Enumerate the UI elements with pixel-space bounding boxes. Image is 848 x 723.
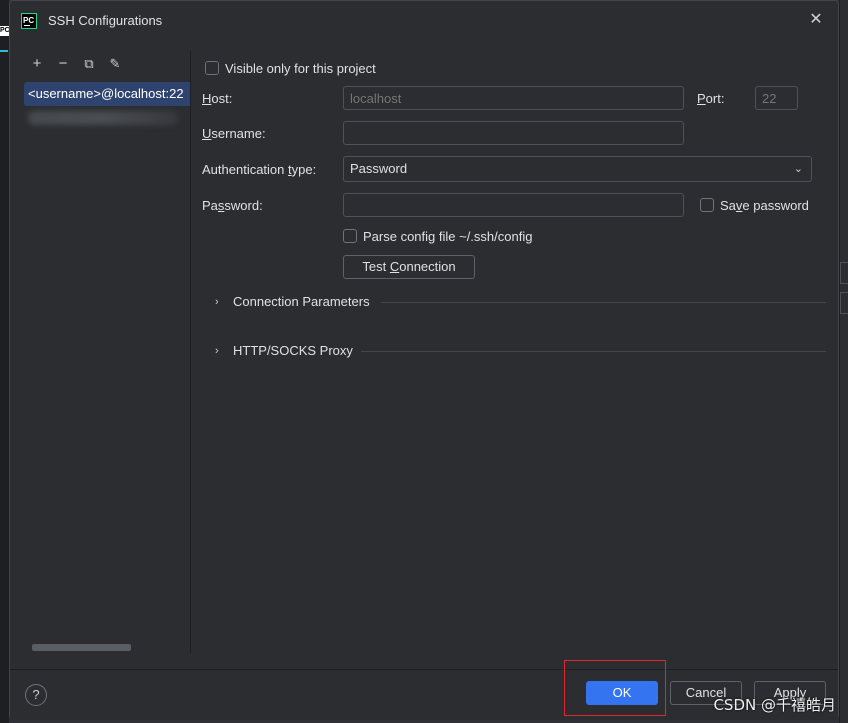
password-label: Password:: [202, 198, 263, 213]
test-connection-text: onnection: [399, 259, 456, 274]
save-password-label[interactable]: Save password: [720, 198, 809, 213]
section-divider: [361, 351, 826, 352]
host-label-text: ost:: [211, 91, 233, 106]
port-label-mnemonic: P: [697, 91, 706, 106]
host-label-mnemonic: H: [202, 91, 212, 106]
add-icon[interactable]: +: [28, 55, 46, 73]
connection-parameters-section[interactable]: › Connection Parameters: [201, 293, 826, 311]
auth-type-select[interactable]: Password ⌄: [343, 156, 812, 182]
chevron-right-icon: ›: [215, 296, 219, 308]
password-input[interactable]: [343, 193, 684, 217]
visible-only-label[interactable]: Visible only for this project: [225, 61, 376, 76]
ide-background-left: PC: [0, 0, 9, 723]
ssh-configurations-dialog: PC SSH Configurations ✕ + − ⧉ ✎ <usernam…: [9, 0, 839, 720]
ide-logo-icon: PC: [0, 26, 9, 36]
proxy-label: HTTP/SOCKS Proxy: [233, 343, 353, 358]
save-password-text: e password: [742, 198, 809, 213]
list-item-selected[interactable]: <username>@localhost:22: [24, 82, 190, 106]
auth-type-label-text: ype:: [291, 162, 317, 177]
dialog-title: SSH Configurations: [48, 13, 163, 28]
visible-only-checkbox[interactable]: [205, 61, 219, 75]
test-connection-button[interactable]: Test Connection: [343, 255, 475, 279]
save-password-checkbox[interactable]: [700, 198, 714, 212]
ide-field-fragment: [840, 262, 848, 284]
copy-icon[interactable]: ⧉: [80, 55, 98, 73]
proxy-section[interactable]: › HTTP/SOCKS Proxy: [201, 342, 826, 360]
list-item-redacted[interactable]: [28, 111, 178, 125]
list-toolbar: + − ⧉ ✎: [24, 55, 190, 73]
host-label: Host:: [202, 91, 232, 106]
edit-icon[interactable]: ✎: [106, 55, 124, 73]
password-label-text: Pa: [202, 198, 218, 213]
username-label-mnemonic: U: [202, 126, 212, 141]
ide-background-right: [839, 0, 848, 723]
parse-config-label[interactable]: Parse config file ~/.ssh/config: [363, 229, 532, 244]
save-password-text: Sa: [720, 198, 736, 213]
test-connection-text: Test: [362, 259, 390, 274]
ide-field-fragment: [840, 292, 848, 314]
username-input[interactable]: [343, 121, 684, 145]
horizontal-scrollbar[interactable]: [32, 644, 131, 651]
watermark: CSDN @千禧皓月: [713, 696, 836, 714]
ide-tab-indicator: [0, 48, 8, 52]
dialog-body: + − ⧉ ✎ <username>@localhost:22 Visible …: [10, 41, 838, 669]
connection-parameters-label: Connection Parameters: [233, 294, 370, 309]
username-label-text: sername:: [211, 126, 266, 141]
configuration-list-panel: + − ⧉ ✎ <username>@localhost:22: [24, 51, 191, 653]
configuration-form: Visible only for this project Host: Port…: [201, 51, 826, 651]
help-icon[interactable]: ?: [25, 684, 47, 706]
port-label-text: ort:: [705, 91, 725, 106]
auth-type-value: Password: [350, 161, 408, 176]
auth-type-label: Authentication type:: [202, 162, 316, 177]
parse-config-checkbox[interactable]: [343, 229, 357, 243]
pycharm-logo-icon: PC: [21, 13, 37, 29]
password-label-text: sword:: [224, 198, 263, 213]
chevron-down-icon: ⌄: [793, 163, 803, 175]
chevron-right-icon: ›: [215, 345, 219, 357]
host-input[interactable]: [343, 86, 684, 110]
title-bar: PC SSH Configurations ✕: [10, 1, 838, 41]
screen: PC PC SSH Configurations ✕ + − ⧉ ✎ <user…: [0, 0, 848, 723]
port-input[interactable]: [755, 86, 798, 110]
test-connection-mnemonic: C: [389, 259, 400, 274]
ok-button[interactable]: OK: [586, 681, 658, 705]
remove-icon[interactable]: −: [54, 55, 72, 73]
close-icon[interactable]: ✕: [808, 12, 824, 28]
auth-type-label-text: Authentication: [202, 162, 289, 177]
username-label: Username:: [202, 126, 266, 141]
port-label: Port:: [697, 91, 724, 106]
section-divider: [381, 302, 826, 303]
